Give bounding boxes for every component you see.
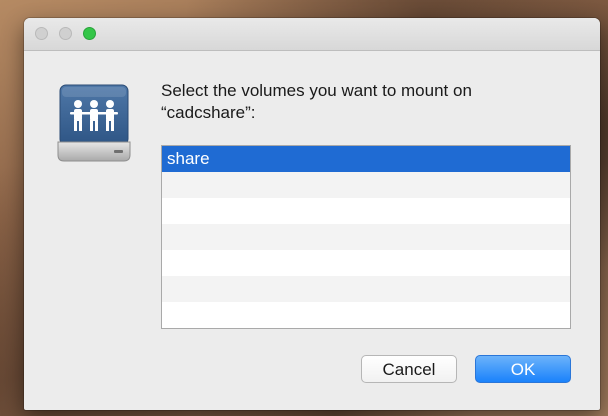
dialog-prompt: Select the volumes you want to mount on …: [161, 80, 561, 124]
prompt-line-1: Select the volumes you want to mount on: [161, 81, 472, 100]
volume-list-empty-row: [162, 172, 570, 198]
cancel-button[interactable]: Cancel: [361, 355, 457, 383]
network-server-icon: [56, 82, 132, 164]
volume-list-empty-row: [162, 276, 570, 302]
volume-list-item-share[interactable]: share: [162, 146, 570, 172]
volume-list-empty-row: [162, 198, 570, 224]
volume-list[interactable]: share: [161, 145, 571, 329]
minimize-window-button[interactable]: [59, 27, 72, 40]
title-bar: [24, 18, 600, 51]
close-window-button[interactable]: [35, 27, 48, 40]
ok-button[interactable]: OK: [475, 355, 571, 383]
zoom-window-button[interactable]: [83, 27, 96, 40]
volume-list-empty-row: [162, 250, 570, 276]
prompt-line-2: “cadcshare”:: [161, 103, 256, 122]
volume-list-empty-row: [162, 302, 570, 328]
mount-volumes-dialog: Select the volumes you want to mount on …: [24, 18, 600, 410]
volume-list-empty-row: [162, 224, 570, 250]
